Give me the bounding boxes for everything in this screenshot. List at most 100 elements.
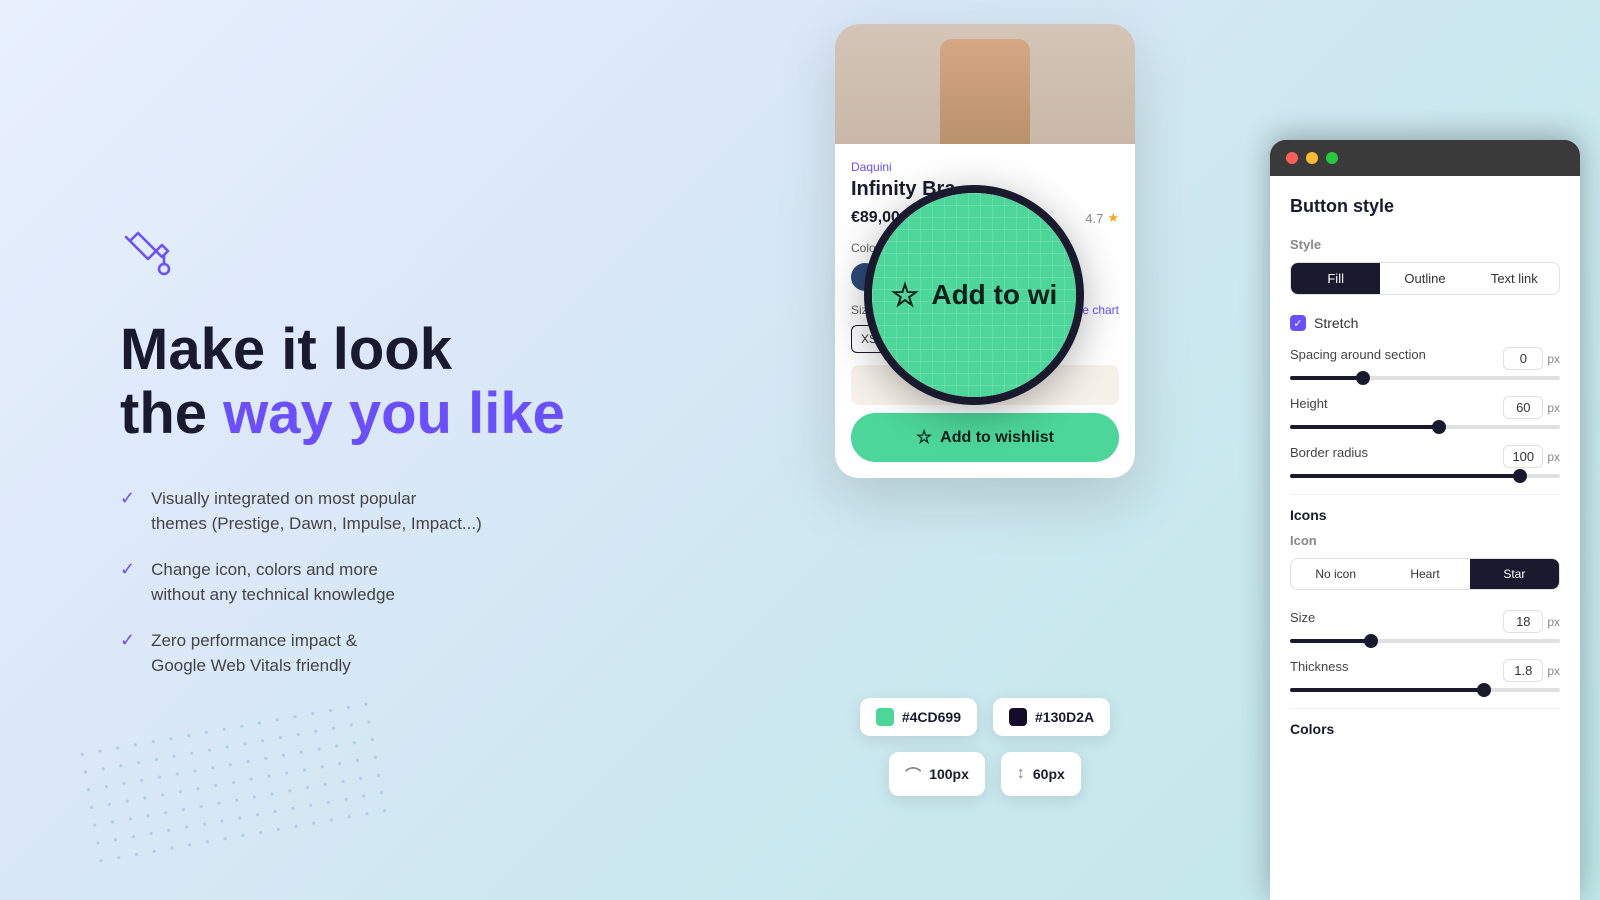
- icon-size-slider-thumb[interactable]: [1364, 634, 1378, 648]
- icons-section-title: Icons: [1290, 507, 1560, 523]
- thickness-label: Thickness: [1290, 659, 1349, 682]
- border-radius-unit: px: [1547, 450, 1560, 464]
- spacing-value-box: 0 px: [1503, 347, 1560, 370]
- height-unit: px: [1547, 401, 1560, 415]
- thickness-value-box: 1.8 px: [1503, 659, 1560, 682]
- height-slider-fill: [1290, 425, 1439, 429]
- icon-buttons: No icon Heart Star: [1290, 558, 1560, 590]
- icons-section: Icons Icon No icon Heart Star: [1290, 507, 1560, 590]
- border-radius-value-box: 100 px: [1503, 445, 1560, 468]
- headline: Make it look the way you like: [120, 318, 620, 446]
- icon-label: Icon: [1290, 533, 1560, 548]
- spacing-label: Spacing around section: [1290, 347, 1426, 370]
- feature-text-2: Change icon, colors and more without any…: [151, 557, 395, 608]
- icon-size-slider-track[interactable]: [1290, 639, 1560, 643]
- style-fill-button[interactable]: Fill: [1291, 263, 1380, 294]
- spacing-slider-row: Spacing around section 0 px: [1290, 347, 1560, 380]
- size-badge-height-label: 60px: [1033, 766, 1065, 782]
- settings-title: Button style: [1290, 196, 1560, 217]
- style-textlink-button[interactable]: Text link: [1470, 263, 1559, 294]
- icon-size-value-box: 18 px: [1503, 610, 1560, 633]
- thickness-slider-thumb[interactable]: [1477, 683, 1491, 697]
- stretch-checkbox[interactable]: ✓: [1290, 315, 1306, 331]
- border-radius-value[interactable]: 100: [1503, 445, 1543, 468]
- icon-size-slider-label-row: Size 18 px: [1290, 610, 1560, 633]
- spacing-slider-track[interactable]: [1290, 376, 1560, 380]
- size-badge-radius[interactable]: ⌒ 100px: [889, 752, 985, 796]
- icon-noicon-button[interactable]: No icon: [1291, 559, 1380, 589]
- icon-star-button[interactable]: Star: [1470, 559, 1559, 589]
- style-section-label: Style: [1290, 237, 1560, 252]
- settings-panel: Button style Style Fill Outline Text lin…: [1270, 176, 1580, 900]
- window-maximize-button[interactable]: [1326, 152, 1338, 164]
- stretch-label: Stretch: [1314, 315, 1358, 331]
- spacing-unit: px: [1547, 352, 1560, 366]
- color-badge-dark[interactable]: #130D2A: [993, 698, 1110, 736]
- magnifier-text: ☆ Add to wi: [891, 276, 1058, 314]
- rating: 4.7 ★: [1085, 210, 1119, 226]
- wishlist-star-icon: ☆: [916, 427, 932, 448]
- divider-1: [1290, 494, 1560, 495]
- style-section: Style Fill Outline Text link: [1290, 237, 1560, 295]
- color-dot-dark: [1009, 708, 1027, 726]
- spacing-slider-thumb[interactable]: [1356, 371, 1370, 385]
- color-badge-dark-label: #130D2A: [1035, 709, 1094, 725]
- spacing-slider-fill: [1290, 376, 1363, 380]
- feature-item-1: ✓ Visually integrated on most popular th…: [120, 486, 620, 537]
- thickness-slider-row: Thickness 1.8 px: [1290, 659, 1560, 692]
- middle-panel: Daquini Infinity Bra €89,00 4.7 ★ Color:…: [700, 0, 1270, 900]
- add-to-wishlist-button[interactable]: ☆ Add to wishlist: [851, 413, 1119, 462]
- right-panel: Button style Style Fill Outline Text lin…: [1270, 140, 1580, 900]
- style-outline-button[interactable]: Outline: [1380, 263, 1469, 294]
- height-slider-row: Height 60 px: [1290, 396, 1560, 429]
- color-badge-green[interactable]: #4CD699: [860, 698, 977, 736]
- border-radius-icon: ⌒: [905, 762, 921, 786]
- height-value-box: 60 px: [1503, 396, 1560, 419]
- icon-size-slider-row: Size 18 px: [1290, 610, 1560, 643]
- window-close-button[interactable]: [1286, 152, 1298, 164]
- left-panel: Make it look the way you like ✓ Visually…: [0, 0, 700, 900]
- stretch-row: ✓ Stretch: [1290, 315, 1560, 331]
- brand-name: Daquini: [851, 160, 1119, 174]
- border-radius-slider-track[interactable]: [1290, 474, 1560, 478]
- thickness-slider-fill: [1290, 688, 1484, 692]
- border-radius-slider-thumb[interactable]: [1513, 469, 1527, 483]
- thickness-unit: px: [1547, 664, 1560, 678]
- height-value[interactable]: 60: [1503, 396, 1543, 419]
- window-minimize-button[interactable]: [1306, 152, 1318, 164]
- colors-section-title: Colors: [1290, 721, 1560, 737]
- feature-item-3: ✓ Zero performance impact & Google Web V…: [120, 628, 620, 679]
- border-radius-slider-row: Border radius 100 px: [1290, 445, 1560, 478]
- border-radius-slider-label-row: Border radius 100 px: [1290, 445, 1560, 468]
- border-radius-label: Border radius: [1290, 445, 1368, 468]
- divider-2: [1290, 708, 1560, 709]
- dots-decoration: [80, 720, 380, 840]
- magnifier: ☆ Add to wi: [864, 185, 1084, 405]
- features-list: ✓ Visually integrated on most popular th…: [120, 486, 620, 679]
- product-image: [835, 24, 1135, 144]
- size-badge-height[interactable]: ↕ 60px: [1001, 752, 1081, 796]
- height-slider-thumb[interactable]: [1432, 420, 1446, 434]
- feature-text-1: Visually integrated on most popular them…: [151, 486, 482, 537]
- thickness-value[interactable]: 1.8: [1503, 659, 1543, 682]
- magnifier-star-icon: ☆: [891, 276, 920, 314]
- icon-heart-button[interactable]: Heart: [1380, 559, 1469, 589]
- icon-size-value[interactable]: 18: [1503, 610, 1543, 633]
- size-badges-container: ⌒ 100px ↕ 60px: [889, 752, 1081, 796]
- height-slider-track[interactable]: [1290, 425, 1560, 429]
- color-dot-green: [876, 708, 894, 726]
- spacing-value[interactable]: 0: [1503, 347, 1543, 370]
- check-icon-1: ✓: [120, 488, 135, 509]
- style-buttons: Fill Outline Text link: [1290, 262, 1560, 295]
- border-radius-slider-fill: [1290, 474, 1520, 478]
- star-icon: ★: [1107, 210, 1119, 226]
- color-badges-container: #4CD699 #130D2A: [860, 698, 1110, 736]
- feature-item-2: ✓ Change icon, colors and more without a…: [120, 557, 620, 608]
- color-badge-green-label: #4CD699: [902, 709, 961, 725]
- thickness-slider-track[interactable]: [1290, 688, 1560, 692]
- feature-text-3: Zero performance impact & Google Web Vit…: [151, 628, 357, 679]
- check-icon-3: ✓: [120, 630, 135, 651]
- icon-size-label: Size: [1290, 610, 1315, 633]
- spacing-slider-label-row: Spacing around section 0 px: [1290, 347, 1560, 370]
- icon-size-unit: px: [1547, 615, 1560, 629]
